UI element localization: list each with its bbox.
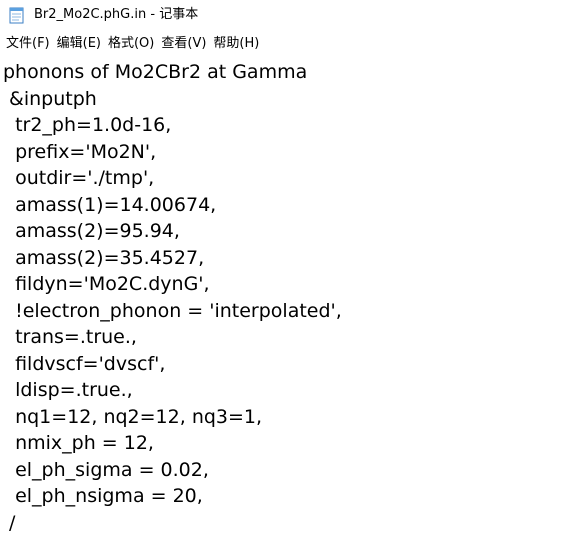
text-line: outdir='./tmp', — [3, 167, 155, 189]
text-line: nmix_ph = 12, — [3, 432, 154, 454]
text-line: / — [3, 511, 16, 534]
text-editor-area[interactable]: phonons of Mo2CBr2 at Gamma &inputph tr2… — [0, 57, 574, 544]
text-line: fildyn='Mo2C.dynG', — [3, 273, 210, 295]
text-line: fildvscf='dvscf', — [3, 352, 166, 375]
menu-view[interactable]: 查看(V) — [158, 34, 210, 54]
text-line: el_ph_nsigma = 20, — [3, 485, 203, 507]
text-line: amass(2)=95.94, — [3, 220, 180, 242]
text-line: phonons of Mo2CBr2 at Gamma — [3, 61, 308, 83]
notepad-icon — [9, 7, 24, 24]
menu-format[interactable]: 格式(O) — [105, 34, 158, 54]
text-line: amass(2)=35.4527, — [3, 246, 205, 269]
text-line: tr2_ph=1.0d-16, — [3, 114, 172, 136]
menu-help[interactable]: 帮助(H) — [210, 34, 263, 54]
text-line: !electron_phonon = 'interpolated', — [3, 299, 342, 322]
text-line: amass(1)=14.00674, — [3, 193, 217, 216]
text-line: el_ph_sigma = 0.02, — [3, 458, 209, 481]
text-line: trans=.true., — [3, 326, 137, 348]
text-line: &inputph — [3, 87, 97, 110]
text-line: prefix='Mo2N', — [3, 140, 157, 163]
text-line: nq1=12, nq2=12, nq3=1, — [3, 405, 263, 428]
menu-edit[interactable]: 编辑(E) — [54, 34, 105, 54]
menu-bar: 文件(F) 编辑(E) 格式(O) 查看(V) 帮助(H) — [0, 33, 574, 55]
text-line: ldisp=.true., — [3, 379, 133, 401]
menu-file[interactable]: 文件(F) — [3, 34, 54, 54]
title-bar[interactable]: Br2_Mo2C.phG.in - 记事本 — [0, 0, 574, 30]
window-title: Br2_Mo2C.phG.in - 记事本 — [34, 7, 199, 22]
